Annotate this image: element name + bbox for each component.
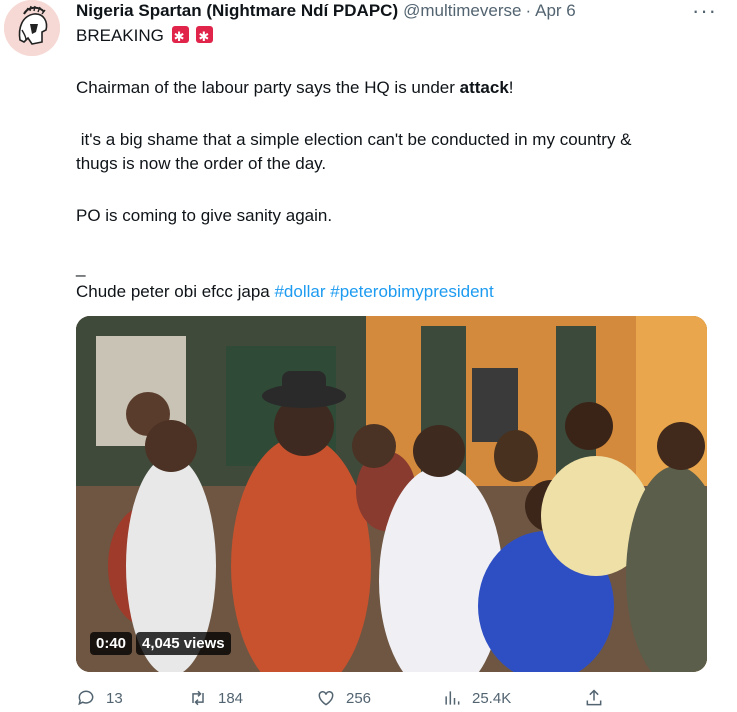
video-player[interactable] (76, 316, 707, 672)
user-handle[interactable]: @multimeverse (403, 1, 521, 21)
tweet-text: BREAKING Chairman of the labour party sa… (76, 24, 716, 304)
views-count: 25.4K (472, 689, 512, 707)
siren-emoji-icon (171, 25, 189, 49)
reply-button[interactable]: 13 (76, 688, 123, 708)
reply-icon (78, 690, 94, 706)
spartan-helmet-icon (4, 0, 60, 56)
video-views: 4,045 views (136, 632, 231, 655)
hashtag-link[interactable]: #dollar (274, 282, 325, 301)
display-name[interactable]: Nigeria Spartan (Nightmare Ndí PDAPC) (76, 1, 398, 21)
bold-text: attack (459, 78, 509, 97)
hashtag-link[interactable]: #peterobimypresident (330, 282, 493, 301)
text-line: PO is coming to give sanity again. (76, 206, 333, 225)
text-segment: Chude peter obi efcc japa (76, 282, 275, 301)
like-count: 256 (346, 689, 372, 707)
tweet-date[interactable]: Apr 6 (535, 1, 576, 21)
breaking-text: BREAKING (76, 26, 164, 45)
video-thumbnail (76, 316, 707, 672)
retweet-count: 184 (218, 689, 244, 707)
text-segment: ! (508, 78, 514, 97)
heart-icon (318, 690, 334, 706)
underscore-line: _ (76, 258, 86, 277)
reply-count: 13 (106, 689, 123, 707)
share-button[interactable] (584, 688, 604, 708)
text-line: it's a big shame that a simple election … (76, 130, 632, 149)
text-line: BREAKING (76, 24, 716, 49)
like-button[interactable]: 256 (316, 688, 371, 708)
retweet-button[interactable]: 184 (188, 688, 243, 708)
text-line: Chairman of the labour party says the HQ… (76, 76, 716, 100)
text-segment: Chairman of the labour party says the HQ… (76, 78, 460, 97)
video-badges: 0:40 4,045 views (90, 632, 231, 655)
separator: · (525, 1, 532, 20)
tweet-header: Nigeria Spartan (Nightmare Ndí PDAPC) @m… (76, 0, 576, 22)
siren-emoji-icon (196, 25, 214, 49)
retweet-icon (192, 690, 204, 706)
share-icon (586, 689, 602, 706)
more-options-icon[interactable]: ··· (692, 0, 717, 24)
video-duration: 0:40 (90, 632, 133, 655)
text-line: thugs is now the order of the day. (76, 154, 327, 173)
action-bar: 13 184 256 25.4K (76, 688, 636, 712)
avatar[interactable] (4, 0, 60, 56)
views-button[interactable]: 25.4K (442, 688, 511, 708)
bar-chart-icon (445, 691, 460, 705)
text-line: Chude peter obi efcc japa #dollar #peter… (76, 280, 716, 304)
